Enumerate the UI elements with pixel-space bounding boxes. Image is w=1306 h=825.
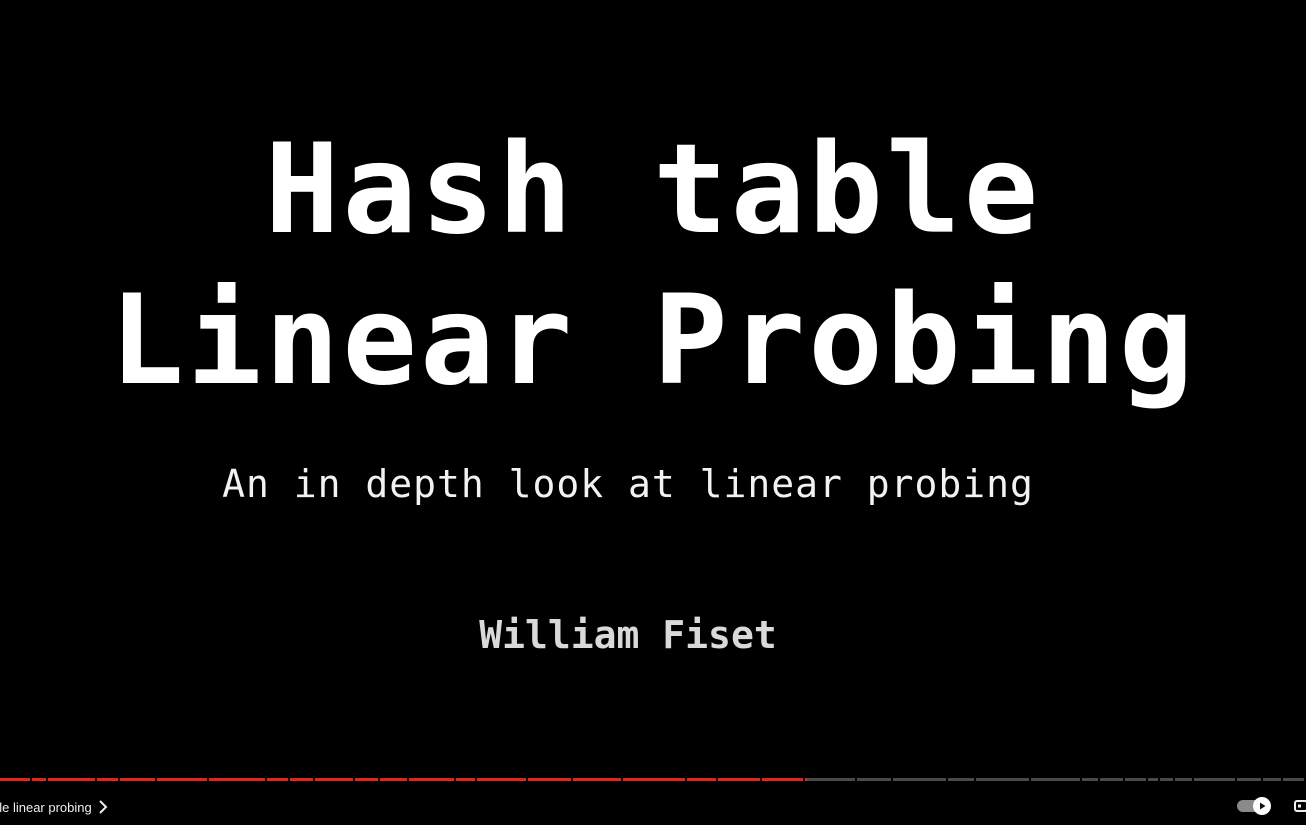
subtitles-icon[interactable]: [1294, 798, 1306, 812]
chapter-button[interactable]: ble linear probing: [0, 797, 108, 817]
video-frame[interactable]: Hash table Linear Probing An in depth lo…: [0, 0, 1306, 770]
progress-chapter-segment[interactable]: [380, 778, 407, 781]
progress-bar[interactable]: [0, 778, 1306, 781]
slide-subtitle: An in depth look at linear probing: [222, 462, 1034, 506]
progress-chapter-segment[interactable]: [456, 778, 475, 781]
progress-chapter-segment[interactable]: [1160, 778, 1173, 781]
progress-chapter-segment[interactable]: [948, 778, 974, 781]
progress-chapter-segment[interactable]: [528, 778, 571, 781]
progress-chapter-segment[interactable]: [1194, 778, 1235, 781]
chevron-right-icon: [98, 800, 108, 814]
slide-title-line-1: Hash table: [264, 118, 1042, 262]
progress-chapter-segment[interactable]: [209, 778, 265, 781]
progress-chapter-segment[interactable]: [1082, 778, 1098, 781]
progress-chapter-segment[interactable]: [1237, 778, 1261, 781]
progress-chapter-segment[interactable]: [355, 778, 378, 781]
progress-chapter-segment[interactable]: [32, 778, 46, 781]
progress-chapter-segment[interactable]: [290, 778, 313, 781]
progress-chapter-segment[interactable]: [687, 778, 716, 781]
progress-chapter-segment[interactable]: [48, 778, 95, 781]
progress-chapter-segment[interactable]: [976, 778, 1029, 781]
progress-chapter-segment[interactable]: [1100, 778, 1123, 781]
progress-chapter-segment[interactable]: [477, 778, 526, 781]
progress-chapter-segment[interactable]: [1148, 778, 1158, 781]
progress-chapter-segment[interactable]: [1263, 778, 1281, 781]
progress-chapter-segment[interactable]: [857, 778, 891, 781]
slide-title-line-2: Linear Probing: [109, 269, 1197, 413]
progress-chapter-segment[interactable]: [1283, 778, 1304, 781]
progress-chapter-segment[interactable]: [893, 778, 946, 781]
progress-chapter-segment[interactable]: [1125, 778, 1146, 781]
slide-author: William Fiset: [479, 613, 777, 657]
progress-chapter-segment[interactable]: [120, 778, 155, 781]
progress-chapter-segment[interactable]: [1175, 778, 1192, 781]
progress-chapter-segment[interactable]: [315, 778, 353, 781]
autoplay-toggle-icon: [1253, 797, 1271, 815]
progress-chapter-segment[interactable]: [718, 778, 760, 781]
autoplay-toggle[interactable]: [1237, 797, 1273, 815]
chapter-title: ble linear probing: [0, 799, 92, 815]
progress-chapter-segment[interactable]: [807, 778, 855, 781]
progress-chapter-segment[interactable]: [157, 778, 207, 781]
progress-chapter-segment[interactable]: [0, 778, 30, 781]
progress-chapter-segment[interactable]: [762, 778, 803, 781]
progress-chapter-segment[interactable]: [1031, 778, 1080, 781]
progress-chapter-segment[interactable]: [97, 778, 118, 781]
video-player[interactable]: Hash table Linear Probing An in depth lo…: [0, 0, 1306, 825]
progress-chapter-segment[interactable]: [573, 778, 621, 781]
progress-chapter-segment[interactable]: [623, 778, 685, 781]
progress-chapter-segment[interactable]: [267, 778, 288, 781]
progress-chapter-segment[interactable]: [409, 778, 454, 781]
